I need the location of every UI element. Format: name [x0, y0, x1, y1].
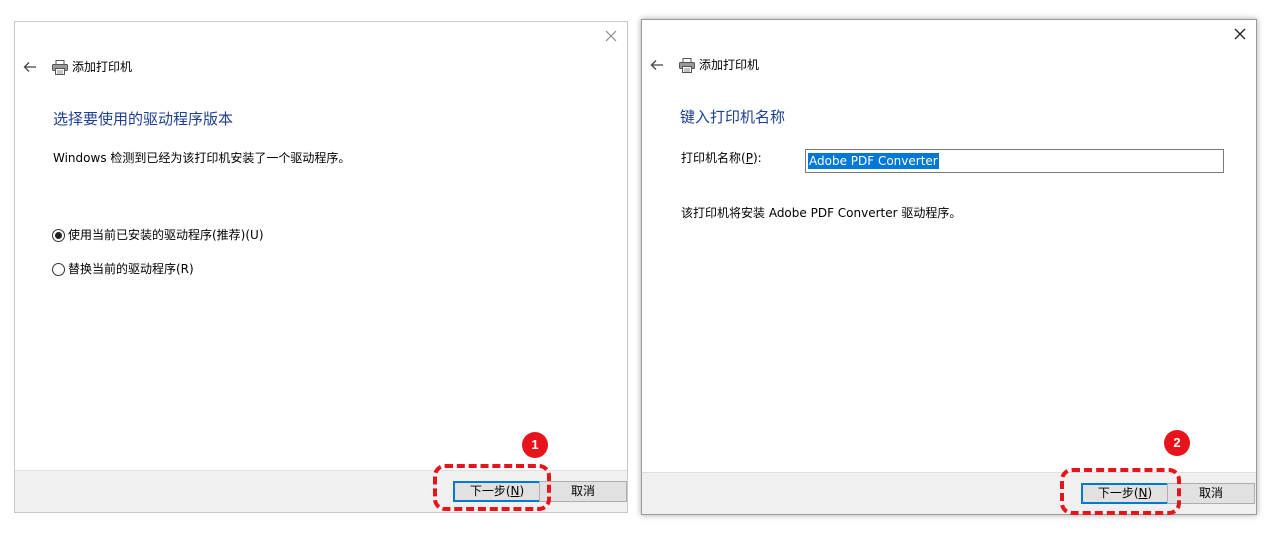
- step-badge-1: 1: [522, 432, 548, 458]
- dialog-title: 添加打印机: [72, 60, 133, 74]
- page-heading: 选择要使用的驱动程序版本: [53, 110, 234, 128]
- close-icon[interactable]: [605, 30, 617, 42]
- driver-description: Windows 检测到已经为该打印机安装了一个驱动程序。: [53, 151, 351, 165]
- option-label: 替换当前的驱动程序(R): [68, 262, 194, 276]
- close-icon[interactable]: [1234, 28, 1246, 40]
- highlight-next-button-2: [1060, 468, 1181, 515]
- printer-name-input[interactable]: Adobe PDF Converter: [805, 149, 1224, 173]
- radio-button-icon[interactable]: [52, 262, 65, 276]
- back-arrow-icon[interactable]: [23, 61, 37, 73]
- printer-icon: [679, 58, 695, 73]
- cancel-button[interactable]: 取消: [539, 481, 627, 502]
- option-replace-driver[interactable]: 替换当前的驱动程序(R): [52, 261, 194, 277]
- printer-icon: [52, 60, 68, 75]
- back-arrow-icon[interactable]: [650, 59, 664, 71]
- printer-name-value: Adobe PDF Converter: [808, 153, 939, 169]
- driver-install-note: 该打印机将安装 Adobe PDF Converter 驱动程序。: [681, 206, 962, 220]
- highlight-next-button-1: [433, 464, 551, 511]
- option-use-current-driver[interactable]: 使用当前已安装的驱动程序(推荐)(U): [52, 227, 264, 243]
- dialog-title: 添加打印机: [699, 58, 760, 72]
- option-label: 使用当前已安装的驱动程序(推荐)(U): [68, 228, 264, 242]
- page-heading: 键入打印机名称: [680, 108, 786, 126]
- radio-button-icon[interactable]: [52, 228, 65, 242]
- printer-name-label: 打印机名称(P):: [681, 151, 762, 165]
- step-badge-2: 2: [1164, 430, 1190, 456]
